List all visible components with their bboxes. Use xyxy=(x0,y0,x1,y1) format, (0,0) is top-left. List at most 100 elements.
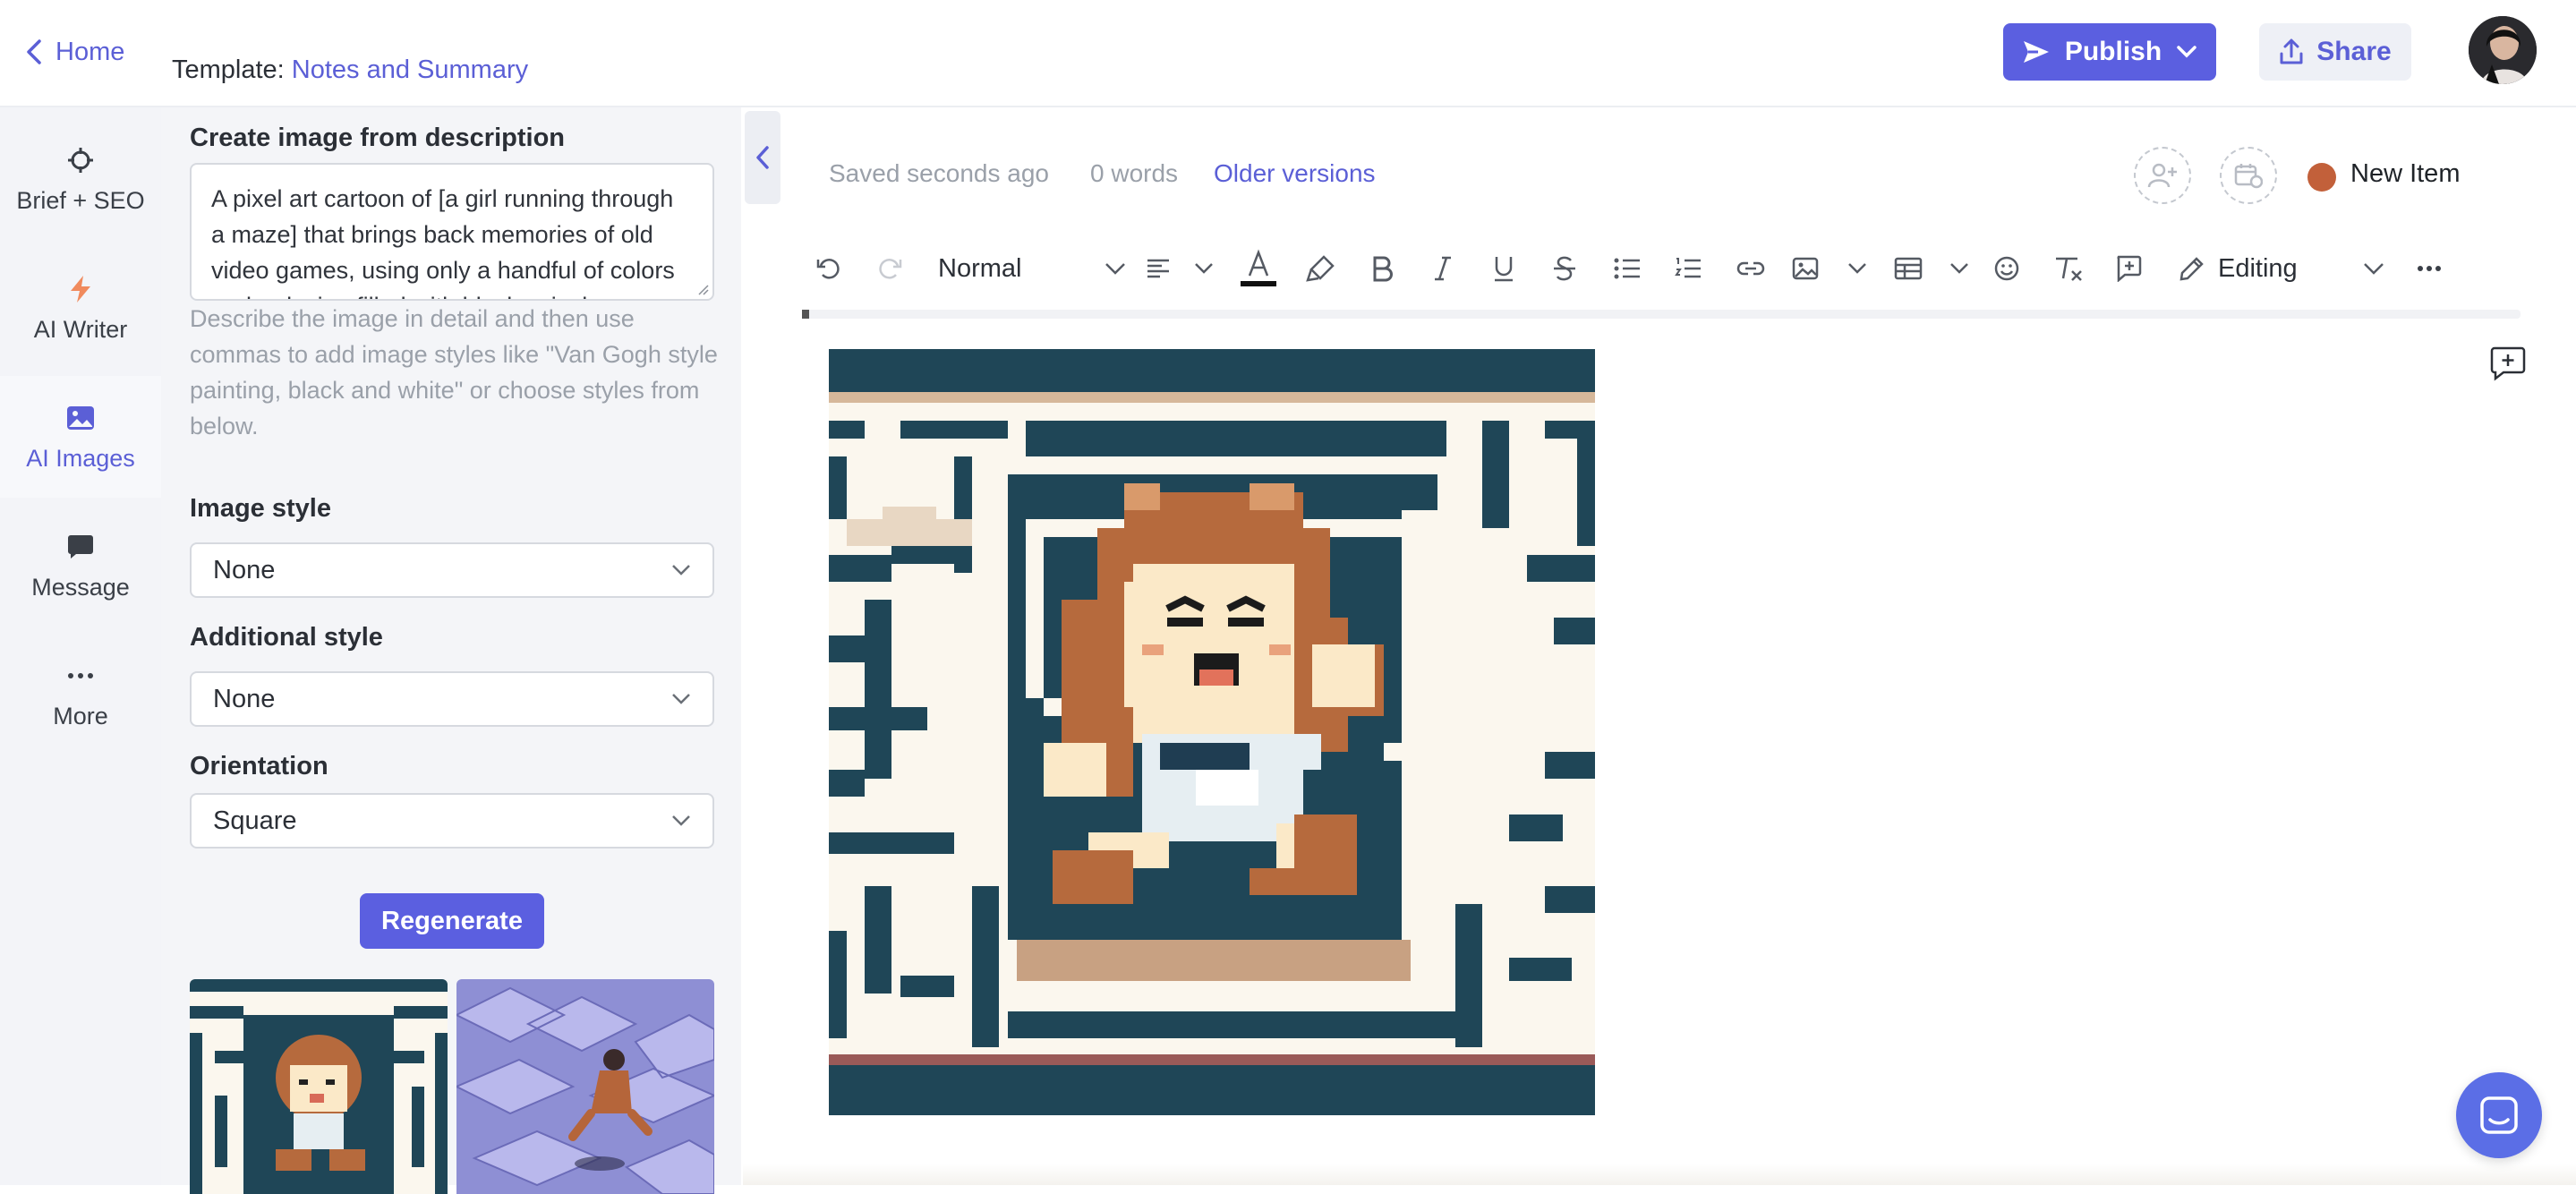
share-button[interactable]: Share xyxy=(2259,23,2411,81)
chevron-down-icon xyxy=(1105,263,1125,275)
orientation-label: Orientation xyxy=(190,752,328,780)
clear-format-button[interactable] xyxy=(2050,242,2086,295)
collapse-panel-button[interactable] xyxy=(745,111,780,204)
template-prefix: Template: xyxy=(172,55,292,84)
rail-label-message: Message xyxy=(31,573,130,601)
mode-display: Editing xyxy=(2179,254,2298,284)
bold-button[interactable] xyxy=(1364,242,1400,295)
home-label: Home xyxy=(55,37,125,66)
additional-style-select[interactable]: None xyxy=(190,671,714,727)
top-header: Home Template: Notes and Summary Publish… xyxy=(0,0,2576,107)
text-style-select[interactable]: Normal xyxy=(938,242,1126,295)
template-name-link[interactable]: Notes and Summary xyxy=(292,55,528,84)
emoji-button[interactable] xyxy=(1989,242,2025,295)
more-icon xyxy=(2418,266,2441,271)
avatar-portrait xyxy=(2469,16,2537,84)
rail-label-ai-writer: AI Writer xyxy=(33,315,128,343)
publish-button[interactable]: Publish xyxy=(2003,23,2216,81)
editor-bottom-edge xyxy=(743,1164,2576,1185)
pencil-icon xyxy=(2179,257,2204,281)
comment-add-icon xyxy=(2117,255,2142,282)
numbered-list-button[interactable] xyxy=(1670,242,1706,295)
insert-image-select[interactable] xyxy=(1792,242,1867,295)
resize-handle-icon[interactable] xyxy=(695,281,709,295)
rail-item-ai-writer[interactable]: AI Writer xyxy=(0,247,161,369)
mode-value: Editing xyxy=(2218,253,2298,283)
image-style-select[interactable]: None xyxy=(190,542,714,598)
bullet-list-icon xyxy=(1614,258,1640,279)
rail-label-more: More xyxy=(53,702,108,729)
upload-icon xyxy=(2280,38,2303,64)
chat-icon xyxy=(2480,1096,2518,1134)
rail-item-message[interactable]: Message xyxy=(0,505,161,627)
chevron-down-icon xyxy=(672,565,690,576)
generated-image[interactable] xyxy=(829,349,1595,1115)
rail-item-more[interactable]: More xyxy=(0,634,161,755)
link-button[interactable] xyxy=(1733,242,1769,295)
regenerate-button[interactable]: Regenerate xyxy=(360,893,544,949)
description-textarea[interactable]: A pixel art cartoon of [a girl running t… xyxy=(190,163,714,301)
image-icon xyxy=(1792,257,1819,280)
underline-icon xyxy=(1495,257,1513,282)
chevron-left-icon xyxy=(27,39,41,64)
bold-icon xyxy=(1373,256,1393,282)
editor-toolbar: Normal Editing xyxy=(798,242,2526,295)
rail-label-ai-images: AI Images xyxy=(26,444,135,472)
user-avatar[interactable] xyxy=(2469,16,2537,84)
insert-table-select[interactable] xyxy=(1894,242,1969,295)
add-comment-icon[interactable] xyxy=(2490,345,2526,381)
chevron-down-icon xyxy=(672,694,690,704)
schedule-button[interactable] xyxy=(2220,147,2277,204)
link-icon xyxy=(1736,261,1765,276)
left-rail: Brief + SEO AI Writer AI Images Message … xyxy=(0,107,161,1185)
image-style-label: Image style xyxy=(190,494,331,523)
send-icon xyxy=(2023,41,2049,63)
more-options-button[interactable] xyxy=(2410,242,2449,295)
crosshair-icon xyxy=(64,144,97,176)
share-label: Share xyxy=(2316,37,2392,66)
add-comment-button[interactable] xyxy=(2111,242,2146,295)
chevron-down-icon xyxy=(2177,46,2196,58)
older-versions-link[interactable]: Older versions xyxy=(1214,159,1376,188)
calendar-icon xyxy=(2234,164,2263,189)
redo-icon xyxy=(879,259,902,279)
strikethrough-button[interactable] xyxy=(1547,242,1582,295)
more-icon xyxy=(64,660,97,692)
undo-button[interactable] xyxy=(811,242,847,295)
text-color-icon xyxy=(1241,249,1276,286)
mode-select[interactable]: Editing xyxy=(2179,242,2384,295)
generated-thumbnail-1[interactable] xyxy=(190,979,448,1194)
highlight-button[interactable] xyxy=(1301,242,1341,295)
bullet-list-button[interactable] xyxy=(1609,242,1645,295)
rail-item-ai-images[interactable]: AI Images xyxy=(0,376,161,498)
underline-button[interactable] xyxy=(1486,242,1522,295)
word-count: 0 words xyxy=(1090,159,1179,187)
align-left-icon xyxy=(1147,259,1169,278)
chevron-down-icon xyxy=(1950,263,1968,274)
chevron-left-icon xyxy=(756,146,769,169)
italic-icon xyxy=(1435,256,1451,281)
redo-button[interactable] xyxy=(872,242,908,295)
orientation-select[interactable]: Square xyxy=(190,793,714,849)
align-select[interactable] xyxy=(1146,242,1214,295)
home-link[interactable]: Home xyxy=(25,32,124,72)
text-color-button[interactable] xyxy=(1239,242,1278,295)
chevron-down-icon xyxy=(672,815,690,826)
orientation-value: Square xyxy=(213,806,297,835)
rail-item-brief-seo[interactable]: Brief + SEO xyxy=(0,118,161,240)
image-icon xyxy=(64,402,97,434)
pixel-art-image xyxy=(829,349,1595,1115)
status-color-dot xyxy=(2307,163,2336,192)
table-icon xyxy=(1894,257,1923,280)
help-chat-button[interactable] xyxy=(2456,1072,2542,1158)
generated-thumbnail-2[interactable] xyxy=(456,979,714,1194)
chevron-down-icon xyxy=(1195,263,1213,274)
lightning-icon xyxy=(64,273,97,305)
italic-button[interactable] xyxy=(1425,242,1461,295)
image-style-value: None xyxy=(213,555,276,584)
create-image-label: Create image from description xyxy=(190,124,565,152)
saved-status: Saved seconds ago xyxy=(829,159,1049,187)
status-label[interactable]: New Item xyxy=(2350,159,2460,189)
assign-user-button[interactable] xyxy=(2134,147,2191,204)
additional-style-value: None xyxy=(213,684,276,713)
